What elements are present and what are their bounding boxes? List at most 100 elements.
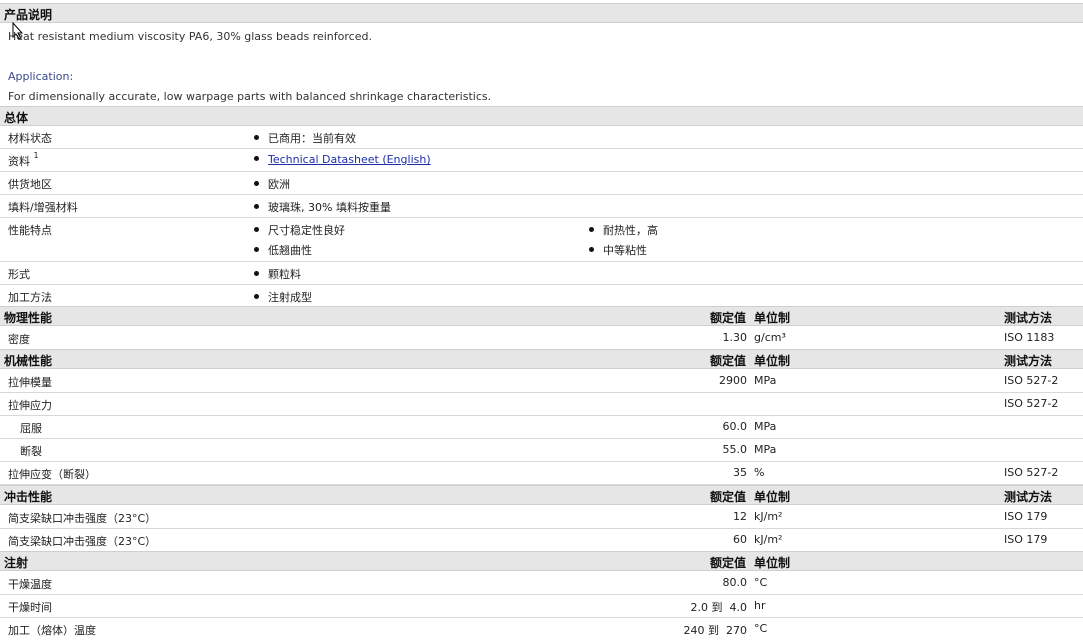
nominal-value: 2900 bbox=[719, 374, 747, 387]
nominal-value: 1.30 bbox=[722, 331, 748, 344]
application-text: For dimensionally accurate, low warpage … bbox=[8, 90, 492, 103]
bullet-item: 玻璃珠, 30% 填料按重量 bbox=[254, 199, 391, 215]
column-header-nominal: 额定值 bbox=[709, 354, 746, 368]
property-label: 拉伸应力 bbox=[8, 399, 52, 412]
column-header-unit: 单位制 bbox=[754, 311, 791, 325]
column-header-nominal: 额定值 bbox=[709, 556, 746, 570]
bullet-item: Technical Datasheet (English) bbox=[254, 153, 431, 166]
table-row: 加工方法 注射成型 bbox=[0, 285, 1083, 308]
table-row: 干燥时间 2.0 到 4.0 hr bbox=[0, 595, 1083, 618]
property-label: 供货地区 bbox=[8, 178, 52, 191]
section-title: 产品说明 bbox=[4, 8, 53, 22]
table-row: 供货地区 欧洲 bbox=[0, 172, 1083, 195]
test-method: ISO 527-2 bbox=[1004, 466, 1059, 479]
bullet-item: 注射成型 bbox=[254, 289, 312, 305]
table-row: 简支梁缺口冲击强度（23°C） 12 kJ/m² ISO 179 bbox=[0, 506, 1083, 529]
table-row: 断裂 55.0 MPa bbox=[0, 439, 1083, 462]
column-header-method: 测试方法 bbox=[1004, 354, 1053, 368]
table-row: 拉伸应变（断裂） 35 % ISO 527-2 bbox=[0, 462, 1083, 485]
nominal-value: 12 bbox=[733, 510, 747, 523]
section-title: 注射 bbox=[4, 556, 29, 570]
bullet-icon bbox=[254, 247, 259, 252]
bullet-icon bbox=[589, 247, 594, 252]
bullet-icon bbox=[254, 294, 259, 299]
section-title: 冲击性能 bbox=[4, 490, 53, 504]
column-header-nominal: 额定值 bbox=[709, 311, 746, 325]
section-header-description: 产品说明 bbox=[0, 3, 1083, 23]
section-title: 机械性能 bbox=[4, 354, 53, 368]
column-header-method: 测试方法 bbox=[1004, 311, 1053, 325]
nominal-value: 60 bbox=[733, 533, 747, 546]
table-row: 拉伸模量 2900 MPa ISO 527-2 bbox=[0, 370, 1083, 393]
section-header-injection: 注射 额定值 单位制 bbox=[0, 551, 1083, 571]
description-text: Heat resistant medium viscosity PA6, 30%… bbox=[8, 30, 372, 43]
section-header-mechanical: 机械性能 额定值 单位制 测试方法 bbox=[0, 349, 1083, 369]
unit-value: MPa bbox=[754, 374, 777, 387]
bullet-icon bbox=[254, 204, 259, 209]
unit-value: °C bbox=[754, 576, 768, 589]
table-row: 密度 1.30 g/cm³ ISO 1183 bbox=[0, 327, 1083, 350]
footnote-marker: 1 bbox=[33, 151, 39, 160]
property-label: 密度 bbox=[8, 333, 30, 346]
nominal-value: 240 到 270 bbox=[683, 624, 747, 637]
nominal-value: 2.0 到 4.0 bbox=[690, 601, 747, 614]
property-label: 简支梁缺口冲击强度（23°C） bbox=[8, 535, 157, 548]
nominal-value: 60.0 bbox=[722, 420, 748, 433]
property-label: 填料/增强材料 bbox=[8, 201, 78, 214]
property-label: 断裂 bbox=[20, 445, 42, 458]
table-row: 屈服 60.0 MPa bbox=[0, 416, 1083, 439]
test-method: ISO 179 bbox=[1004, 510, 1048, 523]
property-label: 拉伸模量 bbox=[8, 376, 52, 389]
property-label: 资料 1 bbox=[8, 151, 39, 168]
bullet-item: 已商用：当前有效 bbox=[254, 130, 356, 146]
bullet-icon bbox=[254, 181, 259, 186]
table-row: 填料/增强材料 玻璃珠, 30% 填料按重量 bbox=[0, 195, 1083, 218]
property-label: 加工方法 bbox=[8, 291, 52, 304]
test-method: ISO 527-2 bbox=[1004, 397, 1059, 410]
property-label: 屈服 bbox=[20, 422, 42, 435]
unit-value: kJ/m² bbox=[754, 533, 783, 546]
nominal-value: 35 bbox=[733, 466, 747, 479]
property-label: 加工（熔体）温度 bbox=[8, 624, 96, 637]
bullet-item: 低翘曲性 bbox=[254, 242, 312, 258]
table-row: 简支梁缺口冲击强度（23°C） 60 kJ/m² ISO 179 bbox=[0, 529, 1083, 552]
nominal-value: 80.0 bbox=[722, 576, 748, 589]
section-header-general: 总体 bbox=[0, 106, 1083, 126]
section-title: 总体 bbox=[4, 111, 29, 125]
datasheet-link[interactable]: Technical Datasheet (English) bbox=[268, 153, 431, 166]
bullet-icon bbox=[589, 227, 594, 232]
section-title: 物理性能 bbox=[4, 311, 53, 325]
table-row: 资料 1 Technical Datasheet (English) bbox=[0, 149, 1083, 172]
bullet-icon bbox=[254, 227, 259, 232]
table-row: 性能特点 尺寸稳定性良好 耐热性，高 低翘曲性 中等粘性 bbox=[0, 218, 1083, 262]
section-header-impact: 冲击性能 额定值 单位制 测试方法 bbox=[0, 485, 1083, 505]
column-header-unit: 单位制 bbox=[754, 354, 791, 368]
unit-value: % bbox=[754, 466, 765, 479]
property-label: 简支梁缺口冲击强度（23°C） bbox=[8, 512, 157, 525]
bullet-item: 耐热性，高 bbox=[589, 222, 658, 238]
column-header-nominal: 额定值 bbox=[709, 490, 746, 504]
property-label: 干燥温度 bbox=[8, 578, 52, 591]
table-row: 加工（熔体）温度 240 到 270 °C bbox=[0, 618, 1083, 641]
test-method: ISO 179 bbox=[1004, 533, 1048, 546]
property-label: 性能特点 bbox=[8, 224, 52, 237]
section-header-physical: 物理性能 额定值 单位制 测试方法 bbox=[0, 306, 1083, 326]
test-method: ISO 527-2 bbox=[1004, 374, 1059, 387]
column-header-unit: 单位制 bbox=[754, 556, 791, 570]
bullet-item: 尺寸稳定性良好 bbox=[254, 222, 345, 238]
table-row: 干燥温度 80.0 °C bbox=[0, 572, 1083, 595]
bullet-item: 颗粒料 bbox=[254, 266, 301, 282]
unit-value: g/cm³ bbox=[754, 331, 786, 344]
unit-value: kJ/m² bbox=[754, 510, 783, 523]
test-method: ISO 1183 bbox=[1004, 331, 1055, 344]
table-row: 拉伸应力 ISO 527-2 bbox=[0, 393, 1083, 416]
bullet-item: 欧洲 bbox=[254, 176, 290, 192]
unit-value: MPa bbox=[754, 420, 777, 433]
unit-value: hr bbox=[754, 599, 766, 612]
table-row: 材料状态 已商用：当前有效 bbox=[0, 126, 1083, 149]
nominal-value: 55.0 bbox=[722, 443, 748, 456]
property-label: 形式 bbox=[8, 268, 30, 281]
bullet-icon bbox=[254, 271, 259, 276]
column-header-unit: 单位制 bbox=[754, 490, 791, 504]
application-label: Application: bbox=[8, 70, 74, 83]
